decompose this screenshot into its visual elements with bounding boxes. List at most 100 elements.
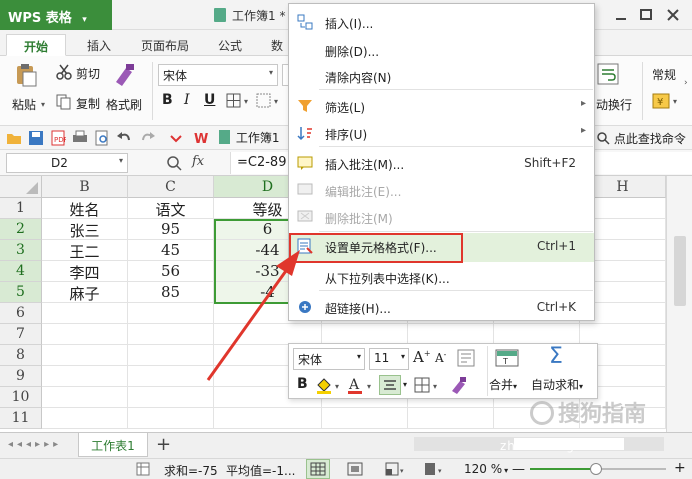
row-header[interactable]: 3 (0, 240, 42, 261)
watermark-url: zhihan.sogou.com (500, 439, 626, 453)
number-format-select[interactable]: 常规 (652, 66, 676, 83)
menu-item[interactable]: 清除内容(N) (289, 63, 594, 90)
document-title: 工作簿1 * (214, 7, 285, 24)
close-button[interactable] (664, 6, 682, 24)
row-header[interactable]: 4 (0, 261, 42, 282)
cell-b10[interactable] (42, 387, 128, 408)
zoom-slider-thumb[interactable] (590, 463, 602, 475)
paste-button[interactable] (14, 62, 38, 88)
fill-color-button[interactable]: ▾ (256, 93, 286, 109)
cell-c2[interactable]: 95 (128, 219, 214, 240)
merge-center-button[interactable]: T 合并▾ (489, 346, 525, 396)
grow-font-button[interactable]: A+ (413, 348, 431, 366)
italic-button[interactable]: I (184, 92, 190, 108)
cell-c11[interactable] (128, 408, 214, 429)
shrink-font-button[interactable]: A- (435, 350, 446, 365)
format-painter-button[interactable] (112, 62, 136, 88)
format-painter-label[interactable]: 格式刷 (106, 96, 142, 113)
row-header[interactable]: 6 (0, 303, 42, 324)
align-center-icon (384, 380, 396, 390)
cell-f11[interactable] (408, 408, 494, 429)
row-header[interactable]: 5 (0, 282, 42, 303)
menu-item-label: 超链接(H)... (325, 302, 391, 316)
column-header-c[interactable]: C (128, 176, 214, 198)
menu-item[interactable]: 超链接(H)... Ctrl+K (289, 294, 594, 321)
menu-item[interactable]: 排序(U) ▸ (289, 120, 594, 147)
menu-item[interactable]: 插入(I)... (289, 9, 594, 36)
cell-e7[interactable] (322, 324, 408, 345)
cell-f7[interactable] (408, 324, 494, 345)
maximize-icon (640, 9, 652, 20)
borders-button[interactable]: ▾ (226, 93, 256, 109)
cell-g7[interactable] (494, 324, 580, 345)
mini-align-center-button[interactable] (379, 375, 401, 395)
row-header[interactable]: 2 (0, 219, 42, 240)
format-painter-icon (116, 64, 134, 86)
autosum-button[interactable]: Σ 自动求和▾ (531, 344, 593, 396)
cell-b5[interactable]: 麻子 (42, 282, 128, 303)
auto-wrap-button[interactable] (596, 62, 620, 86)
row-header[interactable]: 1 (0, 198, 42, 219)
wps-w-icon: W (194, 132, 208, 146)
insert-function-button[interactable]: fx (192, 154, 204, 169)
menu-item[interactable]: 筛选(L) ▸ (289, 93, 594, 120)
zoom-slider[interactable] (530, 463, 666, 475)
row-header[interactable]: 9 (0, 366, 42, 387)
sheet-tab-active[interactable]: 工作表1 (78, 433, 148, 457)
bold-button[interactable]: B (162, 92, 173, 108)
tab-home[interactable]: 开始 (6, 34, 66, 56)
font-name-select[interactable]: 宋体 ▾ (158, 64, 278, 86)
paste-dropdown-icon[interactable]: ▾ (41, 100, 45, 109)
maximize-button[interactable] (637, 6, 655, 24)
name-box[interactable]: D2 ▾ (6, 153, 128, 173)
app-menu-button[interactable]: WPS 表格 ▾ (0, 0, 112, 30)
workbook-switch[interactable]: 工作簿1 (218, 129, 279, 146)
cell-b9[interactable] (42, 366, 128, 387)
auto-wrap-label[interactable]: 动换行 (596, 96, 632, 113)
select-all-corner[interactable] (0, 176, 42, 198)
align-dropdown-icon[interactable]: ▾ (403, 380, 407, 389)
cell-b2[interactable]: 张三 (42, 219, 128, 240)
print-icon (73, 130, 87, 142)
cell-b8[interactable] (42, 345, 128, 366)
cut-button[interactable]: 剪切 (56, 64, 100, 81)
menu-item[interactable]: 从下拉列表中选择(K)... (289, 264, 594, 291)
cell-b11[interactable] (42, 408, 128, 429)
currency-format-button[interactable]: ¥ ▾ (652, 92, 682, 110)
row-header[interactable]: 8 (0, 345, 42, 366)
cell-c1[interactable]: 语文 (128, 198, 214, 219)
tab-page-layout[interactable]: 页面布局 (132, 34, 198, 56)
column-header-b[interactable]: B (42, 176, 128, 198)
cell-b7[interactable] (42, 324, 128, 345)
ribbon-scroll-right-icon[interactable]: › (684, 78, 688, 88)
mini-font-size-select[interactable]: 11 ▾ (369, 348, 409, 370)
find-command-search[interactable]: 点此查找命令 (596, 130, 686, 147)
copy-button[interactable]: 复制 (56, 94, 100, 111)
normal-view-button[interactable] (306, 459, 330, 479)
vertical-scroll-thumb[interactable] (674, 236, 686, 306)
sheet-nav-arrows-icon[interactable]: ◂◂◂▸▸▸ (8, 439, 62, 450)
paste-label[interactable]: 粘贴 (12, 96, 36, 113)
underline-button[interactable]: U (204, 92, 215, 108)
minimize-button[interactable] (612, 6, 630, 24)
cell-e11[interactable] (322, 408, 408, 429)
zoom-out-button[interactable]: — (512, 462, 525, 477)
zoom-in-button[interactable]: + (674, 460, 686, 476)
cell-b4[interactable]: 李四 (42, 261, 128, 282)
row-header[interactable]: 10 (0, 387, 42, 408)
row-header[interactable]: 7 (0, 324, 42, 345)
cell-b3[interactable]: 王二 (42, 240, 128, 261)
tab-formulas[interactable]: 公式 (206, 34, 254, 56)
cell-b1[interactable]: 姓名 (42, 198, 128, 219)
row-header[interactable]: 11 (0, 408, 42, 429)
cell-h7[interactable] (580, 324, 666, 345)
cell-d11[interactable] (214, 408, 322, 429)
vertical-scrollbar[interactable] (666, 176, 692, 432)
cell-c10[interactable] (128, 387, 214, 408)
zoom-level[interactable]: 120 % ▾ (464, 462, 508, 476)
menu-item[interactable]: 删除(D)... (289, 37, 594, 64)
tab-insert[interactable]: 插入 (74, 34, 124, 56)
add-sheet-button[interactable]: + (156, 434, 171, 455)
cell-b6[interactable] (42, 303, 128, 324)
menu-item[interactable]: 插入批注(M)... Shift+F2 (289, 150, 594, 177)
